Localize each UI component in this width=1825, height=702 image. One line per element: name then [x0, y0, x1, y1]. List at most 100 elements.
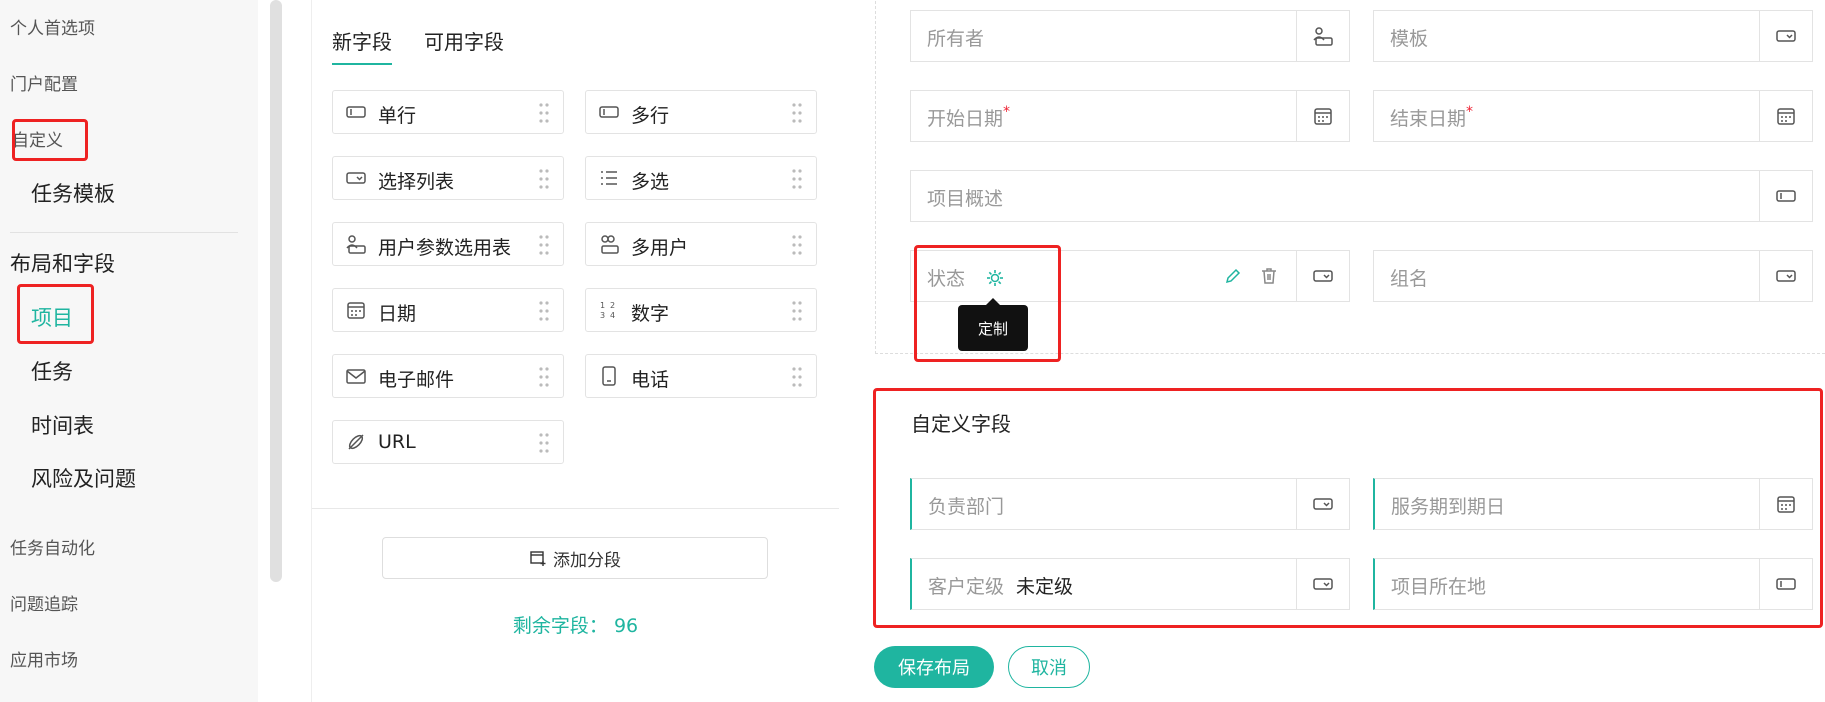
picklist-icon — [1759, 251, 1812, 301]
layout-field-location[interactable]: 项目所在地 — [1373, 558, 1813, 610]
calendar-icon — [1296, 91, 1349, 141]
drag-handle-icon[interactable] — [792, 102, 802, 124]
remaining-fields: 剩余字段： 96 — [312, 611, 839, 638]
field-chip-label: 多用户 — [631, 237, 689, 259]
drag-handle-icon[interactable] — [539, 300, 549, 322]
sidebar-item-marketplace[interactable]: 应用市场 — [10, 646, 78, 671]
sidebar-item-risks-issues[interactable]: 风险及问题 — [31, 463, 136, 493]
layout-editor: 所有者 模板 开始日期* 结束日期* 项目概述 状态 组名 定制 自定义字段 负… — [839, 0, 1825, 702]
layout-field-label: 服务期到期日 — [1391, 496, 1506, 518]
field-chip-label: 选择列表 — [378, 171, 455, 193]
layout-field-label: 项目所在地 — [1391, 576, 1487, 598]
field-chip-label: 电话 — [631, 369, 670, 391]
svg-text:1: 1 — [600, 301, 605, 310]
field-chip-date[interactable]: 日期 — [332, 288, 564, 332]
layout-field-label: 状态 — [927, 268, 966, 290]
field-chip-phone[interactable]: 电话 — [585, 354, 817, 398]
layout-field-label: 负责部门 — [928, 496, 1005, 518]
required-mark: * — [1003, 104, 1011, 120]
field-chip-email[interactable]: 电子邮件 — [332, 354, 564, 398]
panel-divider — [312, 508, 839, 509]
save-layout-button[interactable]: 保存布局 — [874, 646, 994, 688]
field-chip-single-line[interactable]: 单行 — [332, 90, 564, 134]
layout-field-service-expiry[interactable]: 服务期到期日 — [1373, 478, 1813, 530]
layout-field-group[interactable]: 组名 — [1373, 250, 1813, 302]
svg-text:2: 2 — [610, 301, 615, 310]
link-icon — [348, 434, 364, 450]
sidebar-item-task-templates[interactable]: 任务模板 — [31, 178, 115, 208]
sidebar-item-task-automation[interactable]: 任务自动化 — [10, 534, 95, 559]
layout-field-label: 组名 — [1390, 268, 1429, 290]
edit-pencil-icon[interactable] — [1223, 266, 1243, 286]
add-section-icon — [530, 551, 546, 566]
field-chip-label: 数字 — [631, 303, 670, 325]
field-chip-label: 电子邮件 — [378, 369, 455, 391]
customize-gear-icon[interactable] — [985, 268, 1005, 288]
drag-handle-icon[interactable] — [539, 432, 549, 454]
required-mark: * — [1466, 104, 1474, 120]
layout-field-value: 未定级 — [1016, 576, 1074, 598]
tab-available-fields[interactable]: 可用字段 — [424, 26, 504, 63]
sidebar-item-issue-tracking[interactable]: 问题追踪 — [10, 590, 78, 615]
layout-field-label: 项目概述 — [927, 188, 1004, 210]
custom-section-title: 自定义字段 — [911, 412, 1011, 436]
drag-handle-icon[interactable] — [792, 234, 802, 256]
sidebar-item-timesheets[interactable]: 时间表 — [31, 410, 94, 440]
user-picklist-icon — [346, 235, 366, 254]
sidebar-item-projects[interactable]: 项目 — [31, 302, 73, 332]
field-chip-label: 多行 — [631, 105, 670, 127]
drag-handle-icon[interactable] — [539, 168, 549, 190]
calendar-icon — [1759, 479, 1812, 529]
layout-field-template[interactable]: 模板 — [1373, 10, 1813, 62]
sidebar-divider — [10, 232, 238, 233]
phone-icon — [602, 366, 616, 386]
picklist-icon — [1296, 559, 1349, 609]
sidebar-item-portal-config[interactable]: 门户配置 — [10, 70, 78, 95]
layout-field-start-date[interactable]: 开始日期* — [910, 90, 1350, 142]
cancel-button[interactable]: 取消 — [1008, 646, 1090, 688]
calendar-icon — [1759, 91, 1812, 141]
picklist-icon — [1296, 479, 1349, 529]
sidebar-item-customize[interactable]: 自定义 — [12, 126, 63, 151]
user-picklist-icon — [1296, 11, 1349, 61]
number-icon: 1 23 4 — [600, 301, 615, 320]
layout-field-label: 所有者 — [927, 28, 985, 50]
field-chip-user-picklist[interactable]: 用户参数选用表 — [332, 222, 564, 266]
layout-field-label: 开始日期* — [927, 104, 1011, 130]
calendar-icon — [347, 302, 365, 319]
add-section-button[interactable]: 添加分段 — [382, 537, 768, 579]
delete-trash-icon[interactable] — [1259, 266, 1279, 286]
layout-field-status[interactable]: 状态 — [910, 250, 1350, 302]
drag-handle-icon[interactable] — [792, 168, 802, 190]
tab-new-fields[interactable]: 新字段 — [332, 26, 392, 65]
sidebar-scrollbar[interactable] — [270, 0, 282, 582]
field-chip-url[interactable]: URL — [332, 420, 564, 464]
sidebar-item-personal-preferences[interactable]: 个人首选项 — [10, 14, 95, 39]
multi-select-icon — [601, 171, 617, 185]
layout-field-summary[interactable]: 项目概述 — [910, 170, 1813, 222]
field-chip-multi-select[interactable]: 多选 — [585, 156, 817, 200]
field-chip-label: 单行 — [378, 105, 417, 127]
field-chip-multi-line[interactable]: 多行 — [585, 90, 817, 134]
picklist-icon — [1759, 11, 1812, 61]
layout-field-label: 模板 — [1390, 28, 1429, 50]
layout-field-customer-rating[interactable]: 客户定级 未定级 — [910, 558, 1350, 610]
field-chip-number[interactable]: 1234 数字 — [585, 288, 817, 332]
drag-handle-icon[interactable] — [792, 366, 802, 388]
sidebar-section-layout-fields: 布局和字段 — [10, 252, 115, 276]
svg-text:4: 4 — [610, 311, 615, 320]
svg-text:3: 3 — [600, 311, 605, 320]
drag-handle-icon[interactable] — [539, 102, 549, 124]
drag-handle-icon[interactable] — [539, 366, 549, 388]
sidebar-item-tasks[interactable]: 任务 — [31, 356, 73, 386]
field-chip-label: 多选 — [631, 171, 670, 193]
single-line-icon — [1759, 171, 1812, 221]
drag-handle-icon[interactable] — [792, 300, 802, 322]
field-chip-multi-user[interactable]: 多用户 — [585, 222, 817, 266]
field-chip-picklist[interactable]: 选择列表 — [332, 156, 564, 200]
layout-field-end-date[interactable]: 结束日期* — [1373, 90, 1813, 142]
field-chip-label: 日期 — [378, 303, 417, 325]
layout-field-department[interactable]: 负责部门 — [910, 478, 1350, 530]
drag-handle-icon[interactable] — [539, 234, 549, 256]
layout-field-owner[interactable]: 所有者 — [910, 10, 1350, 62]
